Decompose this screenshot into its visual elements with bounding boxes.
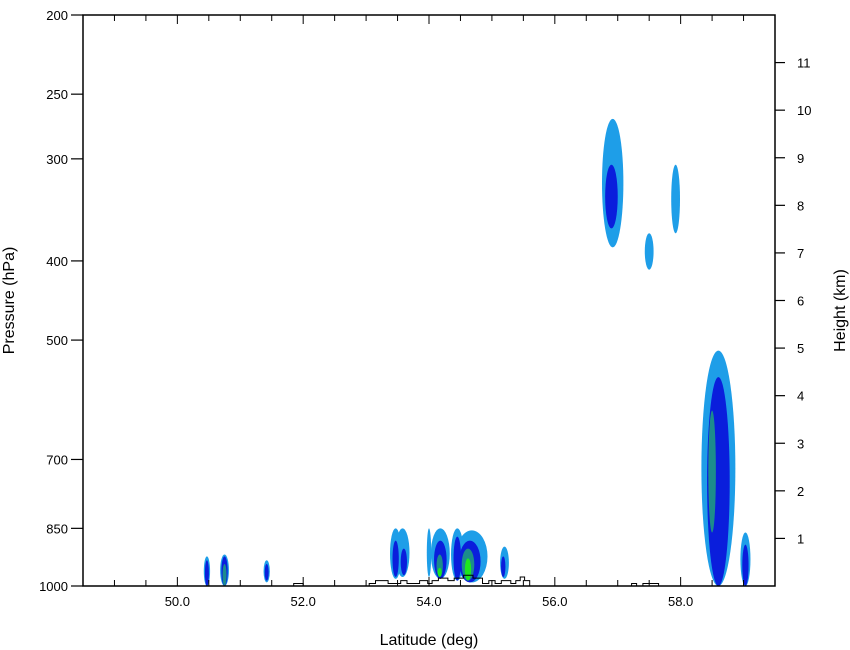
y2-axis-title: Height (km) — [832, 269, 849, 352]
contour-blob-level-1 — [426, 528, 432, 578]
y2-tick-label: 4 — [797, 389, 804, 404]
contour-blob-level-1 — [671, 164, 681, 234]
y-tick-label: 700 — [46, 452, 68, 467]
y2-axis-ticks: 1 2 3 4 5 6 7 8 9 10 11 — [775, 56, 811, 546]
x-tick-label: 56.0 — [542, 594, 567, 609]
y-tick-label: 850 — [46, 521, 68, 536]
contour-blob-level-2 — [501, 556, 506, 578]
contour-blob-level-2 — [605, 164, 618, 229]
contour-blob-level-2 — [400, 548, 407, 576]
x-tick-label: 54.0 — [416, 594, 441, 609]
contour-blob-level-1 — [644, 233, 654, 270]
contour-blob-level-2 — [742, 544, 749, 586]
y2-tick-label: 9 — [797, 151, 804, 166]
x-axis-title: Latitude (deg) — [380, 632, 479, 649]
y2-tick-label: 7 — [797, 246, 804, 261]
y2-tick-label: 8 — [797, 198, 804, 213]
contour-blob-level-3 — [222, 564, 227, 586]
y2-tick-label: 3 — [797, 436, 804, 451]
x-tick-label: 52.0 — [291, 594, 316, 609]
y-tick-label: 400 — [46, 254, 68, 269]
y2-tick-label: 1 — [797, 531, 804, 546]
y-tick-label: 300 — [46, 152, 68, 167]
y-tick-label: 200 — [46, 8, 68, 23]
y2-tick-label: 2 — [797, 484, 804, 499]
plot-frame — [82, 14, 776, 587]
contour-blob-level-4 — [464, 558, 472, 581]
chart: 50.0 52.0 54.0 56.0 58.0 200 250 300 400 500 700 8… — [1, 8, 849, 649]
contour-blob-level-4 — [437, 567, 442, 578]
y2-tick-label: 10 — [797, 103, 811, 118]
y2-tick-label: 5 — [797, 341, 804, 356]
x-tick-label: 50.0 — [165, 594, 190, 609]
y-axis-ticks: 200 250 300 400 500 700 850 1000 — [39, 8, 83, 594]
contour-fills — [203, 118, 751, 586]
y-tick-label: 500 — [46, 333, 68, 348]
y-tick-label: 250 — [46, 87, 68, 102]
y-axis-title: Pressure (hPa) — [1, 247, 18, 355]
y2-tick-label: 11 — [797, 56, 811, 71]
x-tick-label: 58.0 — [668, 594, 693, 609]
x-axis-ticks: 50.0 52.0 54.0 56.0 58.0 — [82, 15, 776, 609]
contour-blob-level-2 — [392, 540, 399, 578]
y-tick-label: 1000 — [39, 579, 68, 594]
y2-tick-label: 6 — [797, 294, 804, 309]
contour-blob-level-3 — [708, 410, 716, 533]
contour-blob-level-2 — [264, 564, 269, 581]
